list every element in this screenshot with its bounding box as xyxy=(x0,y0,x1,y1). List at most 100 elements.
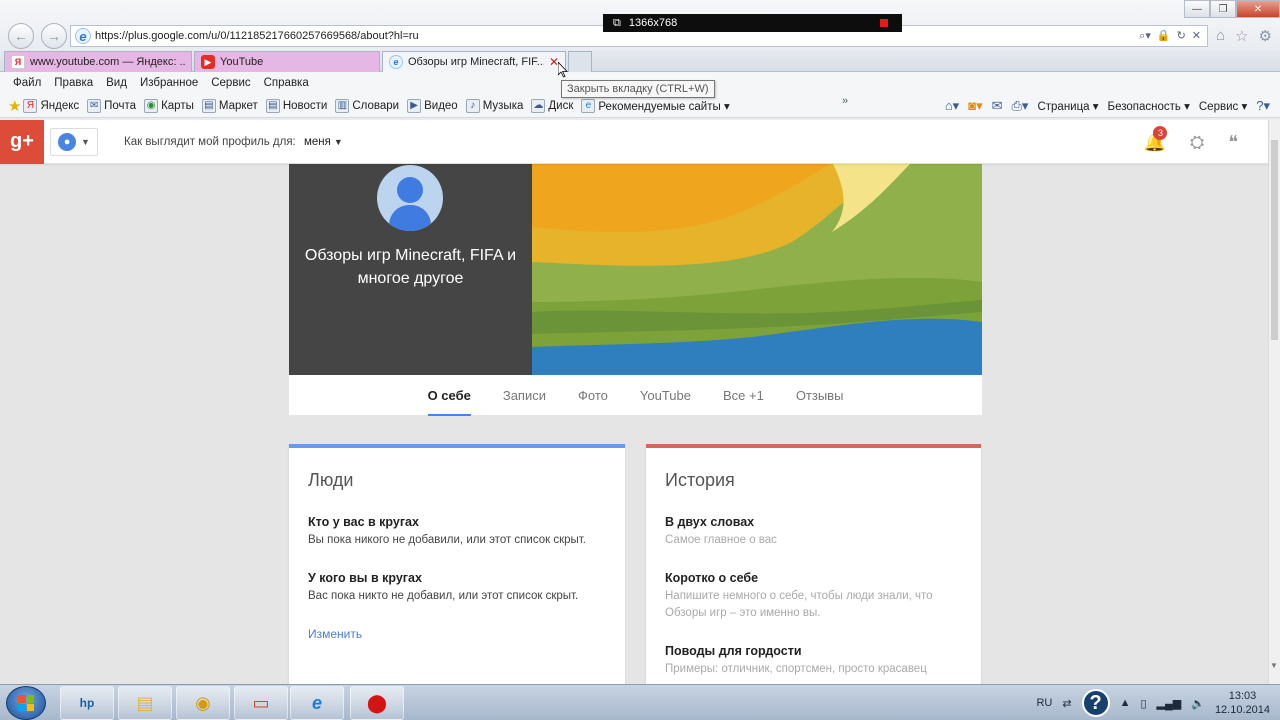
fav-mail[interactable]: ✉ Почта xyxy=(87,98,136,113)
refresh-icon[interactable]: ↻ xyxy=(1177,29,1186,43)
tab-label: YouTube xyxy=(220,56,264,68)
stop-icon[interactable]: ✕ xyxy=(1192,29,1201,43)
lock-icon[interactable]: 🔒 xyxy=(1157,29,1171,43)
fav-maps[interactable]: ◉ Карты xyxy=(144,98,194,113)
battery-icon[interactable]: ▯ xyxy=(1140,697,1146,710)
taskbar-explorer[interactable]: ▤ xyxy=(118,686,172,720)
rss-feed-icon[interactable]: ◙▾ xyxy=(968,98,982,114)
network-signal-icon[interactable]: ▂▄▆ xyxy=(1157,697,1182,710)
fav-label: Музыка xyxy=(482,99,524,112)
music-icon: ♪ xyxy=(465,98,480,113)
tab-reviews[interactable]: Отзывы xyxy=(796,375,844,416)
view-as-dropdown[interactable]: меня ▼ xyxy=(304,136,343,148)
favorites-star-icon[interactable]: ☆ xyxy=(1235,27,1248,45)
have-you-in-circles-title: У кого вы в кругах xyxy=(308,571,422,585)
help-icon[interactable]: ? xyxy=(1081,689,1110,717)
tools-menu-label: Сервис xyxy=(1198,101,1239,113)
scroll-down-icon[interactable]: ▼ xyxy=(1270,661,1278,670)
page-menu[interactable]: Страница ▾ xyxy=(1037,99,1098,113)
notifications-button[interactable]: 🔔 3 xyxy=(1143,126,1168,153)
in-your-circles-title: Кто у вас в кругах xyxy=(308,515,419,529)
tab-plus-ones[interactable]: Все +1 xyxy=(723,375,764,416)
fav-market[interactable]: ▤ Маркет xyxy=(201,98,258,113)
mail-icon[interactable]: ✉ xyxy=(992,98,1003,114)
volume-icon[interactable]: 🔈 xyxy=(1191,697,1205,710)
tagline-text[interactable]: Самое главное о вас xyxy=(665,532,962,549)
fav-music[interactable]: ♪ Музыка xyxy=(465,98,524,113)
hangouts-icon[interactable]: ❝ xyxy=(1228,132,1238,153)
introduction-title[interactable]: Коротко о себе xyxy=(665,571,962,585)
menu-view[interactable]: Вид xyxy=(106,77,127,89)
command-bar: ⌂▾ ◙▾ ✉ ⎙▾ Страница ▾ Безопасность ▾ Сер… xyxy=(945,94,1270,118)
screen-recorder-bar: ⧉ 1366x768 xyxy=(603,14,902,32)
fav-video[interactable]: ▶ Видео xyxy=(407,98,458,113)
search-icon[interactable]: ⌕▾ xyxy=(1139,29,1151,43)
menu-favorites[interactable]: Избранное xyxy=(140,77,198,89)
menu-tools[interactable]: Сервис xyxy=(211,77,250,89)
back-button[interactable]: ← xyxy=(8,23,34,49)
scrollbar-thumb[interactable] xyxy=(1271,140,1278,340)
more-favorites-icon[interactable]: » xyxy=(842,95,848,107)
page-scrollbar[interactable]: ▲ ▼ xyxy=(1268,120,1280,684)
taskbar-app[interactable]: ▭ xyxy=(234,686,288,720)
browser-tools: ⌂ ☆ ⚙ xyxy=(1216,27,1272,45)
taskbar-media-player[interactable]: ◉ xyxy=(176,686,230,720)
menu-file[interactable]: Файл xyxy=(13,77,41,89)
suggested-sites-icon: e xyxy=(581,98,596,113)
tab-strip: Я www.youtube.com — Яндекс: ... ▶ YouTub… xyxy=(0,50,1280,72)
profile-switcher[interactable]: ● ▼ xyxy=(50,127,98,156)
fav-news[interactable]: ▤ Новости xyxy=(265,98,327,113)
start-button[interactable] xyxy=(6,686,46,720)
taskbar-screen-recorder[interactable]: ⬤ xyxy=(350,686,404,720)
menu-help[interactable]: Справка xyxy=(264,77,309,89)
system-clock[interactable]: 13:03 12.10.2014 xyxy=(1215,689,1270,717)
minimize-button[interactable]: — xyxy=(1184,0,1210,18)
taskbar-hp-app[interactable]: hp xyxy=(60,686,114,720)
favorites-star-icon[interactable]: ★ xyxy=(8,97,21,115)
profile-avatar[interactable] xyxy=(377,165,443,231)
edit-people-link[interactable]: Изменить xyxy=(308,627,606,641)
help-icon[interactable]: ?▾ xyxy=(1256,98,1270,114)
language-indicator[interactable]: RU xyxy=(1036,697,1052,709)
close-window-button[interactable]: ✕ xyxy=(1236,0,1280,18)
settings-gear-icon[interactable]: ⚙ xyxy=(1259,27,1272,45)
bragging-rights-title[interactable]: Поводы для гордости xyxy=(665,644,962,658)
profile-tabs: О себе Записи Фото YouTube Все +1 Отзывы xyxy=(289,375,982,416)
fav-suggested-sites[interactable]: e Рекомендуемые сайты ▾ xyxy=(581,98,730,113)
speaker-app-icon: ◉ xyxy=(195,692,211,713)
security-menu[interactable]: Безопасность ▾ xyxy=(1108,99,1190,113)
maximize-button[interactable]: ❐ xyxy=(1210,0,1236,18)
tab-yandex[interactable]: Я www.youtube.com — Яндекс: ... xyxy=(4,51,192,72)
avatar-icon: ● xyxy=(58,132,77,151)
bragging-rights-text[interactable]: Примеры: отличник, спортсмен, просто кра… xyxy=(665,661,962,678)
system-tray: RU ⇄ ? ▲ ▯ ▂▄▆ 🔈 13:03 12.10.2014 xyxy=(1036,685,1270,720)
tagline-title[interactable]: В двух словах xyxy=(665,515,962,529)
people-card: Люди Кто у вас в кругах Вы пока никого н… xyxy=(289,444,625,684)
tab-posts[interactable]: Записи xyxy=(503,375,546,416)
tab-youtube[interactable]: ▶ YouTube xyxy=(194,51,380,72)
hp-icon: hp xyxy=(79,696,95,710)
show-hidden-icons-icon[interactable]: ▲ xyxy=(1120,697,1131,709)
home-icon[interactable]: ⌂ xyxy=(1216,27,1225,45)
print-icon[interactable]: ⎙▾ xyxy=(1012,98,1029,114)
home-icon[interactable]: ⌂▾ xyxy=(945,98,959,114)
fav-disk[interactable]: ☁ Диск xyxy=(531,98,573,113)
cover-photo[interactable] xyxy=(532,164,982,375)
tab-photos[interactable]: Фото xyxy=(578,375,608,416)
fav-yandex[interactable]: Я Яндекс xyxy=(23,98,79,113)
tab-youtube[interactable]: YouTube xyxy=(640,375,691,416)
taskbar-internet-explorer[interactable]: e xyxy=(290,686,344,720)
tab-gplus-profile[interactable]: e Обзоры игр Minecraft, FIF... ✕ xyxy=(382,51,566,72)
keyboard-layout-icon[interactable]: ⇄ xyxy=(1062,697,1071,710)
gplus-logo[interactable]: g+ xyxy=(0,119,44,164)
tab-about[interactable]: О себе xyxy=(427,375,472,416)
chevron-down-icon: ▼ xyxy=(81,136,90,147)
forward-button[interactable]: → xyxy=(41,23,67,49)
fav-dictionary[interactable]: ▥ Словари xyxy=(335,98,399,113)
tools-menu[interactable]: Сервис ▾ xyxy=(1199,99,1247,113)
menu-edit[interactable]: Правка xyxy=(54,77,93,89)
profile-cover: Обзоры игр Minecraft, FIFA и многое друг… xyxy=(289,164,982,375)
new-tab-button[interactable] xyxy=(568,51,592,72)
introduction-text[interactable]: Напишите немного о себе, чтобы люди знал… xyxy=(665,588,962,622)
share-icon[interactable]: ⛭ xyxy=(1190,132,1204,153)
